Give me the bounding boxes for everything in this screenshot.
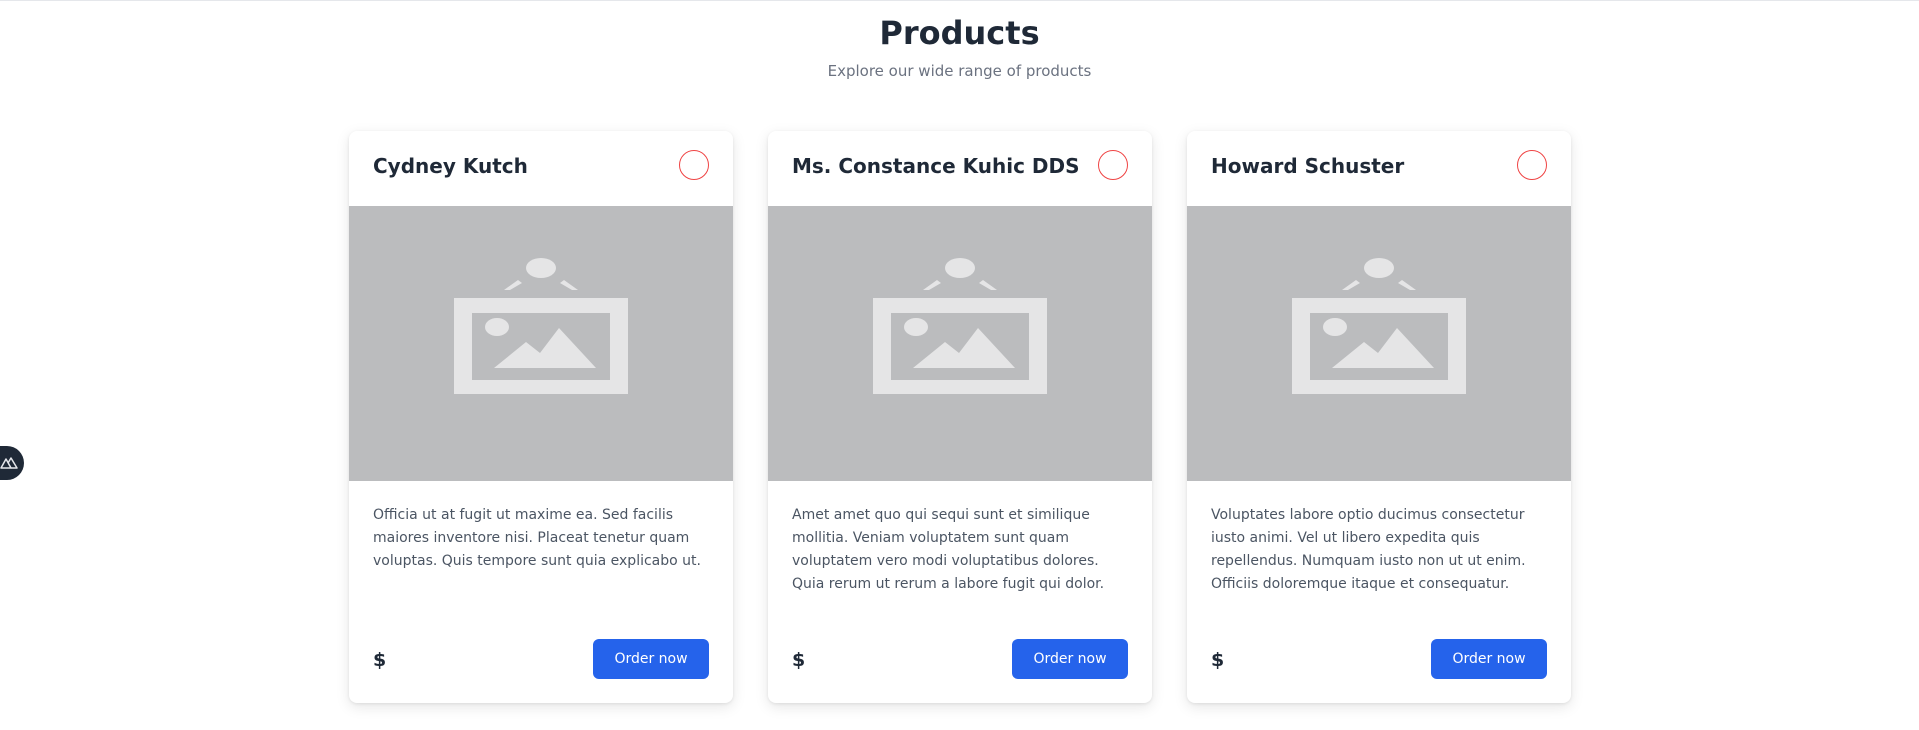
product-price: $ <box>792 649 806 671</box>
product-grid: Cydney Kutch Officia ut at fugit ut maxi… <box>349 131 1572 703</box>
product-card: Cydney Kutch Officia ut at fugit ut maxi… <box>349 131 733 703</box>
nuxt-devtools-icon <box>0 457 18 469</box>
image-placeholder-icon <box>1292 258 1466 394</box>
image-placeholder-icon <box>454 258 628 394</box>
product-name: Cydney Kutch <box>373 154 528 178</box>
favorite-circle-icon[interactable] <box>1098 150 1128 180</box>
devtools-toggle-button[interactable] <box>0 446 24 480</box>
product-description: Officia ut at fugit ut maxime ea. Sed fa… <box>373 507 701 569</box>
product-card: Ms. Constance Kuhic DDS Amet amet quo qu… <box>768 131 1152 703</box>
product-price: $ <box>373 649 387 671</box>
product-card-header: Ms. Constance Kuhic DDS <box>768 131 1152 206</box>
product-image <box>768 206 1152 481</box>
product-card: Howard Schuster Voluptates labore optio … <box>1187 131 1571 703</box>
product-price: $ <box>1211 649 1225 671</box>
product-image <box>1187 206 1571 481</box>
order-now-button[interactable]: Order now <box>1012 639 1128 679</box>
order-now-button[interactable]: Order now <box>593 639 709 679</box>
product-card-header: Howard Schuster <box>1187 131 1571 206</box>
products-page: Products Explore our wide range of produ… <box>0 0 1919 730</box>
product-card-header: Cydney Kutch <box>349 131 733 206</box>
page-subtitle: Explore our wide range of products <box>827 62 1092 80</box>
product-name: Ms. Constance Kuhic DDS <box>792 154 1080 178</box>
image-placeholder-icon <box>873 258 1047 394</box>
order-now-button[interactable]: Order now <box>1431 639 1547 679</box>
top-divider <box>0 0 1919 1</box>
favorite-circle-icon[interactable] <box>1517 150 1547 180</box>
page-header: Products Explore our wide range of produ… <box>0 12 1919 80</box>
product-description: Voluptates labore optio ducimus consecte… <box>1211 507 1526 592</box>
product-name: Howard Schuster <box>1211 154 1405 178</box>
product-description: Amet amet quo qui sequi sunt et similiqu… <box>792 507 1105 592</box>
product-image <box>349 206 733 481</box>
page-title: Products <box>879 14 1040 52</box>
favorite-circle-icon[interactable] <box>679 150 709 180</box>
